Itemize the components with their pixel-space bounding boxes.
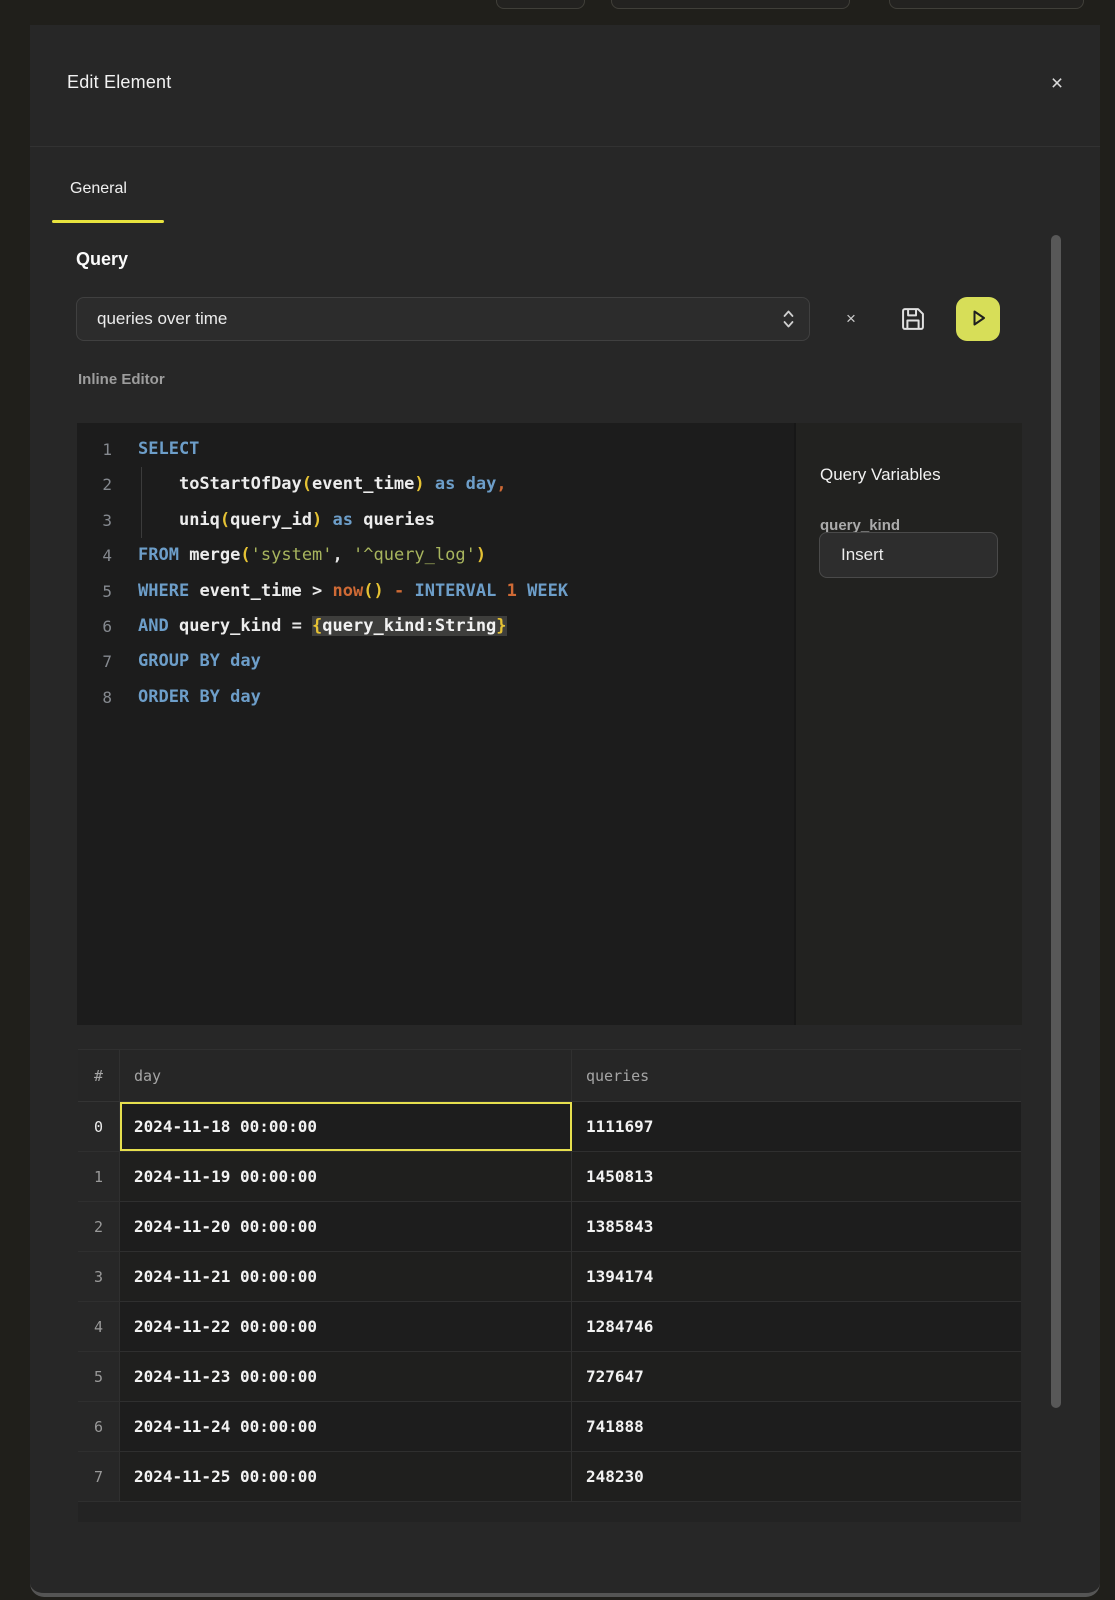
table-row: 52024-11-23 00:00:00727647	[78, 1352, 1021, 1402]
code-line: 5WHERE event_time > now() - INTERVAL 1 W…	[77, 574, 794, 609]
query-section-heading: Query	[76, 249, 128, 270]
cell-day[interactable]: 2024-11-21 00:00:00	[120, 1252, 572, 1301]
table-row: 42024-11-22 00:00:001284746	[78, 1302, 1021, 1352]
code-line: 8ORDER BY day	[77, 680, 794, 715]
row-index: 6	[78, 1402, 120, 1451]
table-row: 12024-11-19 00:00:001450813	[78, 1152, 1021, 1202]
line-number: 3	[77, 503, 138, 538]
clear-query-button[interactable]: ×	[838, 306, 864, 332]
cell-day[interactable]: 2024-11-22 00:00:00	[120, 1302, 572, 1351]
cell-day[interactable]: 2024-11-19 00:00:00	[120, 1152, 572, 1201]
results-table: # day queries 02024-11-18 00:00:00111169…	[78, 1049, 1021, 1522]
code-line: 7GROUP BY day	[77, 644, 794, 679]
save-button[interactable]	[899, 305, 927, 333]
row-index: 2	[78, 1202, 120, 1251]
cell-queries[interactable]: 1284746	[572, 1302, 1021, 1351]
insert-variable-button[interactable]: Insert	[819, 532, 998, 578]
screen: Edit Element × General Query queries ove…	[0, 0, 1115, 1600]
inline-editor-label: Inline Editor	[78, 371, 165, 388]
close-icon: ×	[1051, 72, 1063, 95]
updown-chevron-icon	[782, 308, 795, 330]
column-header-queries: queries	[572, 1050, 1021, 1101]
dialog-title: Edit Element	[67, 72, 171, 93]
header-divider	[30, 146, 1100, 147]
query-variables-panel: Query Variables query_kind Insert	[794, 423, 1022, 1025]
selected-cell[interactable]: 2024-11-18 00:00:00	[120, 1102, 572, 1151]
table-row: 72024-11-25 00:00:00248230	[78, 1452, 1021, 1502]
code-line: 4FROM merge('system', '^query_log')	[77, 538, 794, 573]
row-index: 1	[78, 1152, 120, 1201]
line-number: 4	[77, 538, 138, 573]
background-button[interactable]	[611, 0, 850, 9]
cell-queries[interactable]: 1111697	[572, 1102, 1021, 1151]
vertical-scrollbar[interactable]	[1051, 235, 1061, 1408]
code-line: 1SELECT	[77, 432, 794, 467]
line-number: 1	[77, 432, 138, 467]
code-pane[interactable]: 1SELECT2 toStartOfDay(event_time) as day…	[77, 423, 794, 1025]
line-number: 6	[77, 609, 138, 644]
line-number: 2	[77, 467, 138, 502]
cell-queries[interactable]: 727647	[572, 1352, 1021, 1401]
query-select-value: queries over time	[97, 309, 227, 329]
table-row: 32024-11-21 00:00:001394174	[78, 1252, 1021, 1302]
cell-queries[interactable]: 1394174	[572, 1252, 1021, 1301]
row-index: 3	[78, 1252, 120, 1301]
background-button[interactable]	[889, 0, 1084, 9]
query-variables-heading: Query Variables	[820, 465, 941, 485]
row-index: 4	[78, 1302, 120, 1351]
background-button[interactable]	[496, 0, 585, 9]
code-line: 2 toStartOfDay(event_time) as day,	[77, 467, 794, 502]
code-line: 3 uniq(query_id) as queries	[77, 503, 794, 538]
column-header-index: #	[78, 1050, 120, 1101]
cell-day[interactable]: 2024-11-20 00:00:00	[120, 1202, 572, 1251]
close-button[interactable]: ×	[1044, 71, 1070, 97]
cell-queries[interactable]: 1450813	[572, 1152, 1021, 1201]
query-select[interactable]: queries over time	[76, 297, 810, 341]
cell-queries[interactable]: 248230	[572, 1452, 1021, 1501]
active-tab-indicator	[52, 220, 164, 223]
table-row: 02024-11-18 00:00:001111697	[78, 1102, 1021, 1152]
table-row: 62024-11-24 00:00:00741888	[78, 1402, 1021, 1452]
run-query-button[interactable]	[956, 297, 1000, 341]
table-row: 22024-11-20 00:00:001385843	[78, 1202, 1021, 1252]
row-index: 0	[78, 1102, 120, 1151]
cell-day[interactable]: 2024-11-25 00:00:00	[120, 1452, 572, 1501]
column-header-day: day	[120, 1050, 572, 1101]
cell-queries[interactable]: 741888	[572, 1402, 1021, 1451]
line-number: 8	[77, 680, 138, 715]
row-index: 7	[78, 1452, 120, 1501]
sql-editor[interactable]: 1SELECT2 toStartOfDay(event_time) as day…	[77, 423, 1022, 1025]
row-index: 5	[78, 1352, 120, 1401]
cell-day[interactable]: 2024-11-23 00:00:00	[120, 1352, 572, 1401]
code-line: 6AND query_kind = {query_kind:String}	[77, 609, 794, 644]
cell-day[interactable]: 2024-11-24 00:00:00	[120, 1402, 572, 1451]
edit-element-dialog: Edit Element × General Query queries ove…	[30, 25, 1100, 1597]
tab-general[interactable]: General	[70, 180, 127, 198]
play-icon	[967, 307, 989, 332]
table-header-row: # day queries	[78, 1049, 1021, 1102]
indent-guide	[141, 503, 142, 538]
cell-queries[interactable]: 1385843	[572, 1202, 1021, 1251]
clear-icon: ×	[846, 309, 856, 328]
save-icon	[899, 305, 927, 336]
indent-guide	[141, 467, 142, 502]
line-number: 5	[77, 574, 138, 609]
line-number: 7	[77, 644, 138, 679]
